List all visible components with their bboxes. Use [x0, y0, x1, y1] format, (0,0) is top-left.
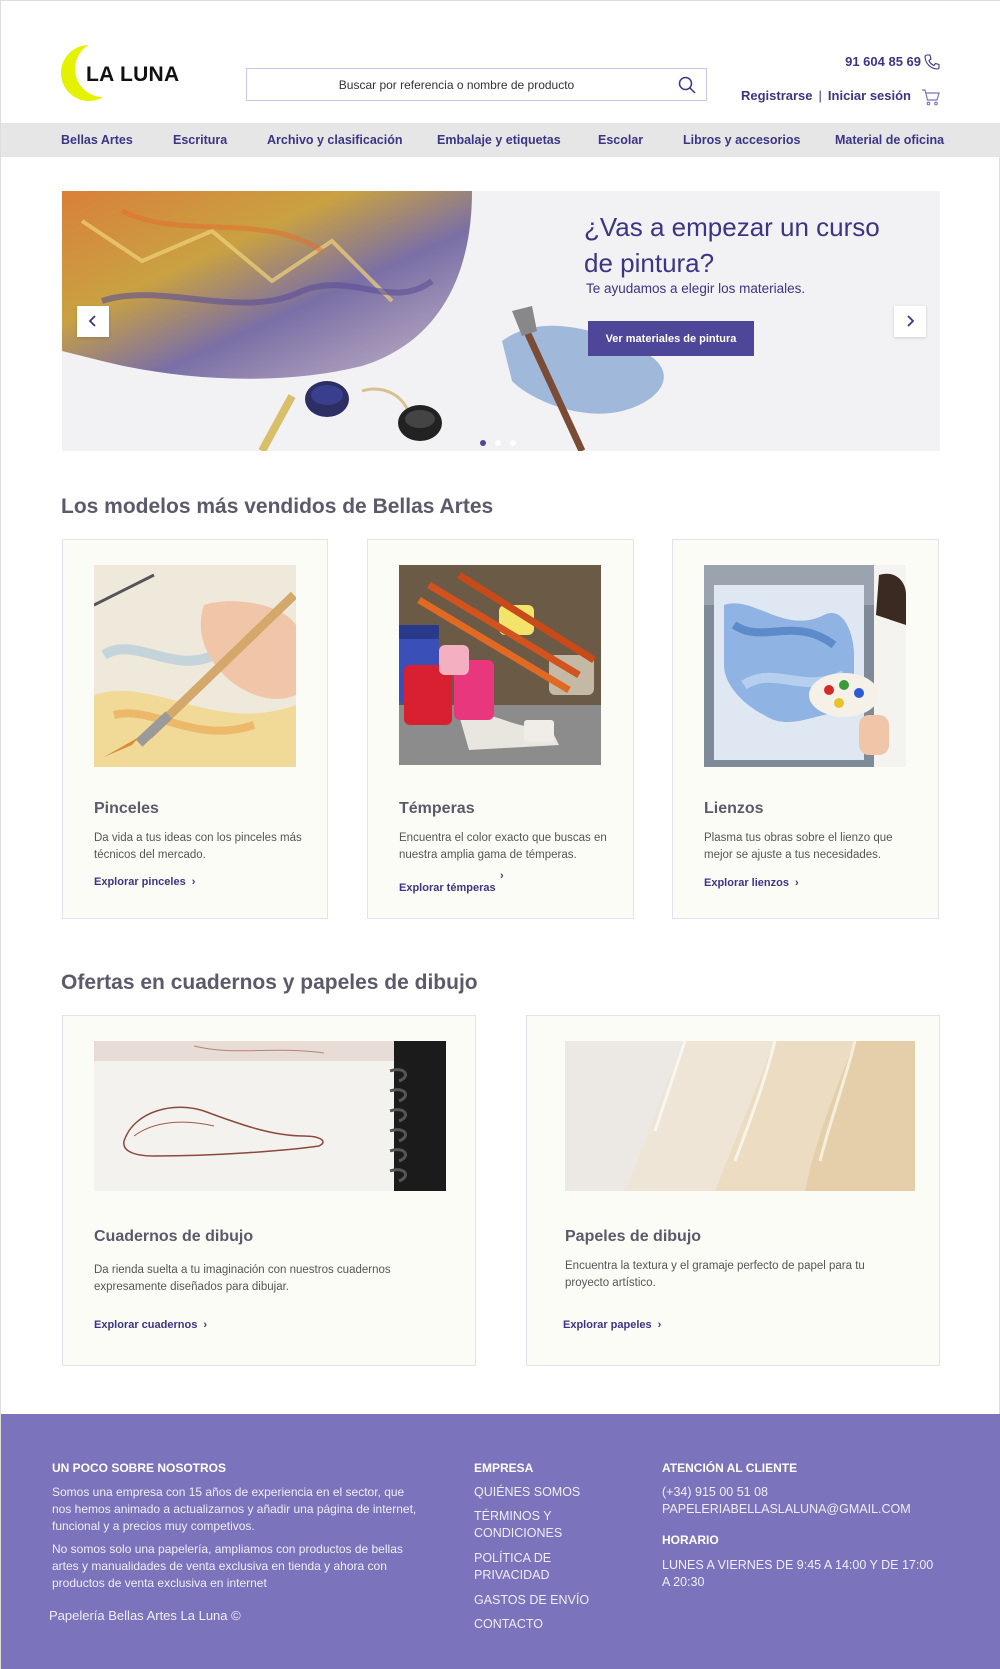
auth-separator: | — [818, 88, 822, 103]
lienzos-image — [704, 565, 906, 767]
chevron-left-icon — [88, 315, 96, 327]
cuadernos-image — [94, 1041, 446, 1191]
offer-card-papeles[interactable]: Papeles de dibujo Encuentra la textura y… — [526, 1015, 940, 1366]
footer-service-phone[interactable]: (+34) 915 00 51 08 — [662, 1484, 768, 1501]
search-bar — [246, 68, 707, 101]
footer-service-title: ATENCIÓN AL CLIENTE — [662, 1461, 798, 1475]
auth-links: Registrarse | Iniciar sesión — [741, 88, 911, 103]
chevron-right-icon: › — [794, 877, 799, 889]
search-input[interactable] — [247, 69, 706, 100]
footer-hours-text: LUNES A VIERNES DE 9:45 A 14:00 Y DE 17:… — [662, 1558, 934, 1589]
register-link[interactable]: Registrarse — [741, 88, 813, 103]
chevron-right-icon: › — [203, 1319, 207, 1331]
chevron-right-icon: › — [191, 876, 196, 888]
card-link-label: Explorar lienzos — [704, 877, 789, 889]
footer-hours-title: HORARIO — [662, 1533, 719, 1547]
card-title: Témperas — [399, 800, 475, 817]
footer-link-gastos-envio[interactable]: GASTOS DE ENVÍO — [474, 1592, 589, 1609]
site-footer: UN POCO SOBRE NOSOTROS Somos una empresa… — [1, 1414, 1000, 1669]
site-header: LA LUNA 91 604 85 69 Registrarse | Iniciar… — [1, 1, 1000, 123]
card-link-label: Explorar papeles — [563, 1319, 652, 1331]
nav-item-escolar[interactable]: Escolar — [598, 133, 643, 147]
nav-item-material-oficina[interactable]: Material de oficina — [835, 133, 944, 147]
card-description: Plasma tus obras sobre el lienzo que mej… — [704, 832, 893, 861]
phone-number[interactable]: 91 604 85 69 — [845, 54, 921, 69]
nav-item-archivo[interactable]: Archivo y clasificación — [267, 133, 402, 147]
explore-temperas-link[interactable]: Explorar témperas — [399, 882, 496, 894]
offers-title: Ofertas en cuadernos y papeles de dibujo — [61, 971, 478, 994]
nav-item-libros[interactable]: Libros y accesorios — [683, 133, 800, 147]
explore-papeles-link[interactable]: Explorar papeles › — [563, 1319, 661, 1331]
card-description: Da rienda suelta a tu imaginación con nu… — [94, 1264, 391, 1293]
footer-copyright: Papelería Bellas Artes La Luna © — [49, 1608, 241, 1623]
pinceles-image — [94, 565, 296, 767]
logo[interactable]: LA LUNA — [61, 41, 181, 105]
carousel-next-button[interactable] — [894, 306, 926, 337]
search-icon[interactable] — [678, 76, 696, 94]
chevron-right-icon[interactable]: › — [500, 870, 504, 882]
footer-link-quienes-somos[interactable]: QUIÉNES SOMOS — [474, 1484, 580, 1501]
hero-banner: ¿Vas a empezar un curso de pintura? Te a… — [62, 191, 940, 451]
temperas-image — [399, 565, 601, 765]
product-card-pinceles[interactable]: Pinceles Da vida a tus ideas con los pin… — [62, 539, 328, 919]
card-link-label: Explorar pinceles — [94, 876, 186, 888]
carousel-dot-1[interactable] — [480, 440, 486, 446]
footer-about-p1: Somos una empresa con 15 años de experie… — [52, 1485, 417, 1533]
explore-pinceles-link[interactable]: Explorar pinceles › — [94, 876, 195, 888]
footer-service-email[interactable]: PAPELERIABELLASLALUNA@GMAIL.COM — [662, 1501, 911, 1518]
footer-company-title: EMPRESA — [474, 1461, 534, 1475]
product-card-lienzos[interactable]: Lienzos Plasma tus obras sobre el lienzo… — [672, 539, 939, 919]
footer-about-p2: No somos solo una papelería, ampliamos c… — [52, 1542, 403, 1590]
offer-card-cuadernos[interactable]: Cuadernos de dibujo Da rienda suelta a t… — [62, 1015, 476, 1366]
login-link[interactable]: Iniciar sesión — [828, 88, 911, 103]
carousel-dot-2[interactable] — [495, 440, 501, 446]
bestsellers-title: Los modelos más vendidos de Bellas Artes — [61, 495, 494, 518]
card-link-label: Explorar témperas — [399, 882, 496, 894]
explore-lienzos-link[interactable]: Explorar lienzos › — [704, 877, 799, 889]
footer-link-terminos[interactable]: TÉRMINOS Y CONDICIONES — [474, 1508, 584, 1542]
card-title: Lienzos — [704, 800, 764, 817]
hero-subtitle: Te ayudamos a elegir los materiales. — [586, 281, 806, 296]
phone-icon — [924, 54, 940, 70]
explore-cuadernos-link[interactable]: Explorar cuadernos › — [94, 1319, 207, 1331]
chevron-right-icon: › — [657, 1319, 662, 1331]
main-nav: Bellas Artes Escritura Archivo y clasifi… — [1, 123, 1000, 157]
card-title: Pinceles — [94, 800, 159, 817]
carousel-dots — [480, 433, 525, 451]
hero-cta-button[interactable]: Ver materiales de pintura — [588, 321, 754, 356]
logo-text: LA LUNA — [86, 63, 180, 86]
product-card-temperas[interactable]: Témperas Encuentra el color exacto que b… — [367, 539, 634, 919]
card-description: Encuentra el color exacto que buscas en … — [399, 832, 607, 861]
nav-item-bellas-artes[interactable]: Bellas Artes — [61, 133, 133, 147]
footer-link-contacto[interactable]: CONTACTO — [474, 1616, 543, 1633]
nav-item-escritura[interactable]: Escritura — [173, 133, 227, 147]
card-title: Papeles de dibujo — [565, 1228, 702, 1245]
carousel-dot-3[interactable] — [510, 440, 516, 446]
carousel-prev-button[interactable] — [77, 306, 109, 337]
papeles-image — [565, 1041, 915, 1191]
footer-about-title: UN POCO SOBRE NOSOTROS — [52, 1461, 227, 1475]
chevron-right-icon — [907, 315, 915, 327]
card-title: Cuadernos de dibujo — [94, 1228, 254, 1245]
nav-item-embalaje[interactable]: Embalaje y etiquetas — [437, 133, 561, 147]
footer-link-privacidad[interactable]: POLÍTICA DE PRIVACIDAD — [474, 1550, 574, 1584]
cart-icon[interactable] — [921, 87, 941, 107]
card-link-label: Explorar cuadernos — [94, 1319, 198, 1331]
card-description: Da vida a tus ideas con los pinceles más… — [94, 832, 302, 861]
card-description: Encuentra la textura y el gramaje perfec… — [565, 1260, 865, 1289]
hero-title: ¿Vas a empezar un curso de pintura? — [584, 212, 880, 278]
